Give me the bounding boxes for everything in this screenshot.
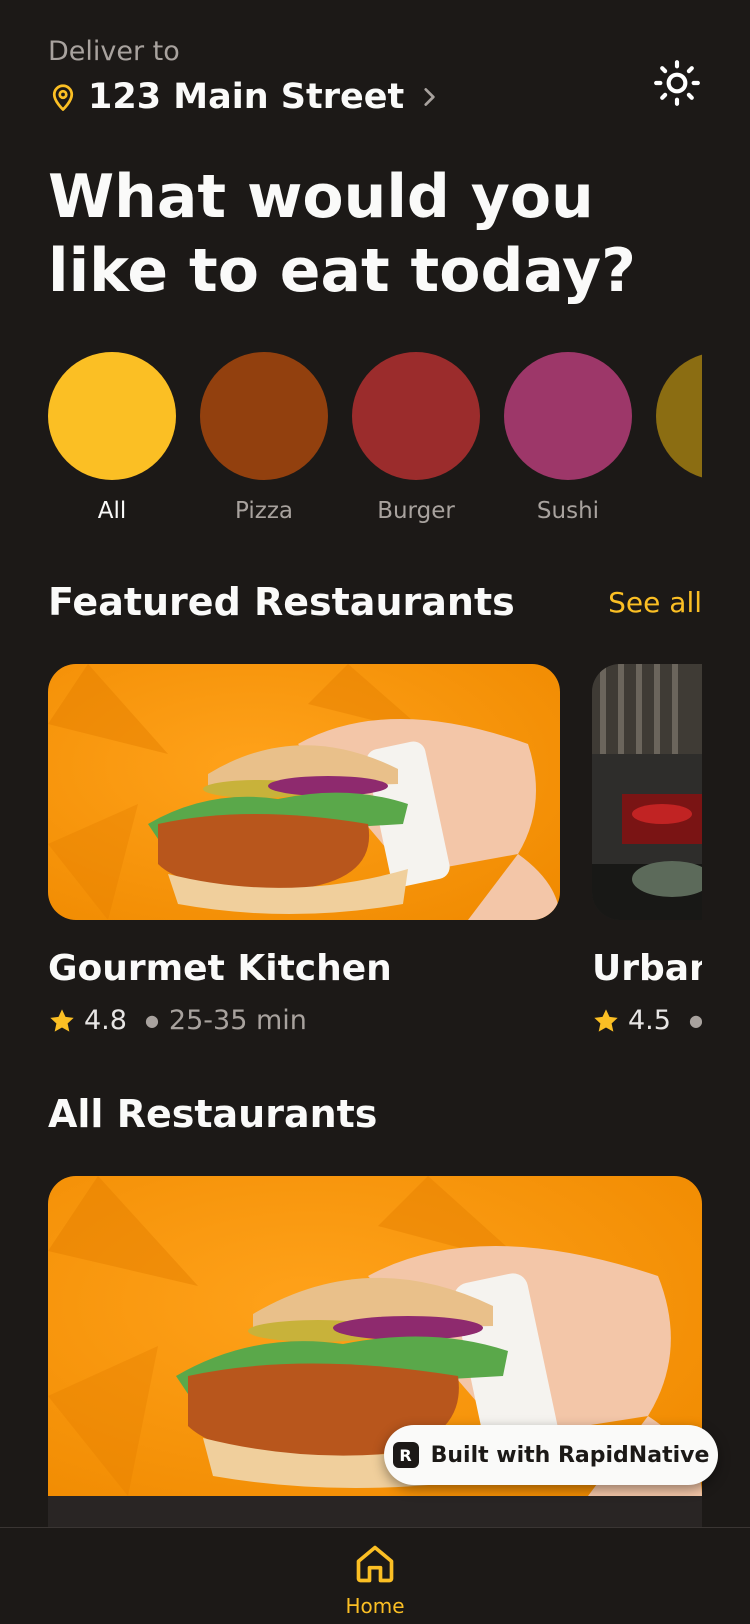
category-label: All — [97, 498, 127, 524]
chevron-right-icon — [424, 88, 435, 106]
page-headline: What would you like to eat today? — [48, 162, 636, 306]
restaurant-name: Urban — [592, 948, 702, 989]
separator-dot: ● — [144, 1011, 159, 1030]
featured-card-urban[interactable]: Urban 4.5 ● — [592, 664, 702, 1036]
star-icon — [50, 1008, 74, 1032]
deliver-label: Deliver to — [48, 36, 180, 67]
bottom-tab-bar: Home — [0, 1527, 750, 1624]
category-label: Pizza — [235, 498, 293, 524]
category-burger[interactable]: Burger — [352, 352, 480, 524]
badge-label: Built with RapidNative — [430, 1442, 710, 1468]
rating-value: 4.8 — [84, 1005, 127, 1036]
featured-carousel[interactable]: Gourmet Kitchen 4.8 ● 25-35 min Urban 4.… — [48, 664, 702, 1044]
home-icon — [356, 1545, 394, 1583]
header: Deliver to 123 Main Street — [48, 36, 702, 117]
burger-photo — [48, 664, 560, 920]
category-label: Burger — [377, 498, 455, 524]
rating-value: 4.5 — [628, 1005, 671, 1036]
category-circle — [200, 352, 328, 480]
featured-card-gourmet-kitchen[interactable]: Gourmet Kitchen 4.8 ● 25-35 min — [48, 664, 560, 1036]
delivery-time: 25-35 min — [168, 1005, 307, 1036]
separator-dot: ● — [688, 1011, 702, 1030]
category-list[interactable]: All Pizza Burger Sushi A — [48, 352, 702, 532]
category-label: A — [656, 498, 702, 524]
category-sushi[interactable]: Sushi — [504, 352, 632, 524]
category-circle — [48, 352, 176, 480]
restaurant-meta: 4.5 ● — [592, 1005, 702, 1036]
map-pin-icon — [52, 84, 74, 111]
category-all[interactable]: All — [48, 352, 176, 524]
category-circle — [656, 352, 702, 480]
category-circle — [352, 352, 480, 480]
all-restaurants-title: All Restaurants — [48, 1092, 378, 1136]
category-pizza[interactable]: Pizza — [200, 352, 328, 524]
restaurant-photo — [592, 664, 702, 920]
restaurant-name: Gourmet Kitchen — [48, 948, 392, 989]
sun-icon[interactable] — [652, 58, 702, 108]
tab-home[interactable]: Home — [325, 1542, 425, 1618]
tab-home-label: Home — [345, 1594, 405, 1618]
category-circle — [504, 352, 632, 480]
rapidnative-logo-icon: R — [392, 1442, 419, 1468]
built-with-badge[interactable]: R Built with RapidNative — [384, 1425, 718, 1485]
star-icon — [594, 1008, 618, 1032]
restaurant-meta: 4.8 ● 25-35 min — [48, 1005, 560, 1036]
address-selector[interactable]: 123 Main Street — [48, 77, 702, 117]
delivery-address: 123 Main Street — [88, 77, 405, 117]
category-partial[interactable]: A — [656, 352, 702, 524]
category-label: Sushi — [536, 498, 600, 524]
featured-section-title: Featured Restaurants — [48, 580, 515, 624]
see-all-link[interactable]: See all — [608, 586, 702, 619]
